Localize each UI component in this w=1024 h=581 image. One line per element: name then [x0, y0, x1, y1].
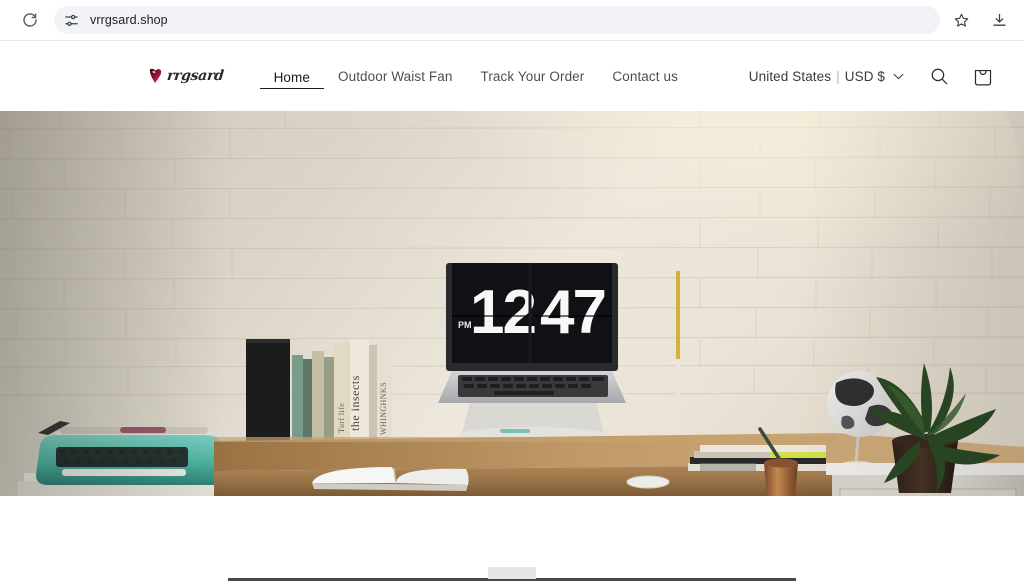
next-section-tab[interactable] [488, 567, 536, 579]
address-bar[interactable]: vrrgsard.shop [54, 6, 940, 34]
downloads-button[interactable] [986, 7, 1012, 33]
content-below-hero [0, 496, 1024, 581]
heart-ribbon-logo-icon [149, 68, 162, 83]
country-currency-selector[interactable]: United States | USD $ [745, 63, 908, 90]
site-settings-icon [64, 14, 78, 26]
nav-item-contact-us[interactable]: Contact us [598, 63, 692, 90]
search-icon [931, 68, 947, 84]
site-logo-text: rrgsard [166, 68, 225, 84]
chevron-down-icon [893, 73, 904, 80]
search-button[interactable] [922, 59, 956, 93]
site-header: rrgsard Home Outdoor Waist Fan Track You… [0, 41, 1024, 111]
shopping-bag-icon [974, 69, 992, 86]
bookmark-button[interactable] [948, 7, 974, 33]
locale-currency: USD $ [844, 68, 885, 84]
hero-banner[interactable]: the insects WHINGHNKS Turf life 12 47 PM [0, 111, 1024, 496]
reload-icon [23, 13, 37, 27]
site-logo[interactable]: rrgsard [146, 67, 224, 86]
download-icon [992, 13, 1006, 26]
address-bar-url[interactable]: vrrgsard.shop [90, 13, 168, 27]
star-icon [954, 13, 968, 27]
reload-button[interactable] [16, 6, 44, 34]
header-actions: United States | USD $ [745, 59, 1000, 93]
main-navigation: Home Outdoor Waist Fan Track Your Order … [259, 63, 692, 90]
nav-item-home[interactable]: Home [259, 64, 324, 89]
nav-item-outdoor-waist-fan[interactable]: Outdoor Waist Fan [324, 63, 467, 90]
site-settings-button[interactable] [58, 8, 84, 32]
hero-image: the insects WHINGHNKS Turf life 12 47 PM [0, 111, 1024, 496]
locale-country: United States [748, 68, 832, 84]
locale-separator: | [836, 68, 840, 84]
nav-item-track-your-order[interactable]: Track Your Order [466, 63, 598, 90]
cart-button[interactable] [966, 59, 1000, 93]
browser-toolbar: vrrgsard.shop [0, 0, 1024, 41]
toolbar-actions [940, 7, 1014, 33]
